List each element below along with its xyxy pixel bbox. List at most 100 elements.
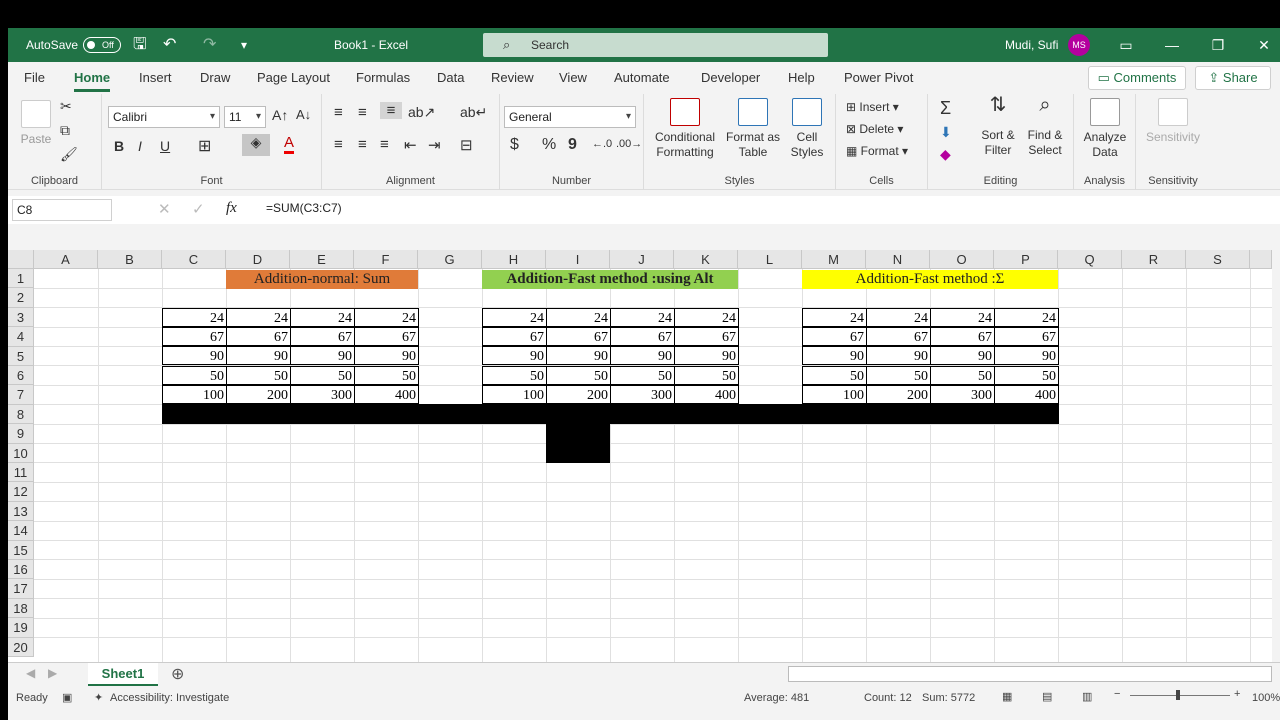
analyze-data-button[interactable]: Analyze Data: [1080, 98, 1130, 160]
save-icon[interactable]: 🖫: [133, 28, 147, 62]
table-cell[interactable]: 50: [866, 366, 931, 385]
table-cell[interactable]: 200: [226, 385, 291, 404]
row-header[interactable]: 6: [8, 366, 34, 386]
decrease-font-icon[interactable]: A↓: [296, 107, 311, 122]
table-cell[interactable]: 300: [930, 385, 995, 404]
cut-icon[interactable]: ✂: [60, 98, 72, 115]
tab-formulas[interactable]: Formulas: [356, 70, 410, 85]
column-header[interactable]: B: [98, 250, 162, 269]
column-header[interactable]: H: [482, 250, 546, 269]
table-cell[interactable]: 24: [482, 308, 547, 327]
enter-icon[interactable]: ✓: [192, 200, 205, 218]
table-cell[interactable]: 300: [290, 385, 355, 404]
header-normal-sum[interactable]: Addition-normal: Sum: [226, 270, 418, 289]
wrap-text-icon[interactable]: ab↵: [460, 104, 487, 121]
column-header[interactable]: N: [866, 250, 930, 269]
column-header[interactable]: J: [610, 250, 674, 269]
row-header[interactable]: 13: [8, 501, 34, 522]
tab-home[interactable]: Home: [74, 70, 111, 92]
avatar[interactable]: MS: [1068, 34, 1090, 56]
sensitivity-button[interactable]: Sensitivity: [1140, 98, 1206, 144]
table-cell[interactable]: 90: [546, 346, 611, 365]
delete-cells-button[interactable]: ⊠ Delete ▾: [846, 122, 903, 136]
column-header[interactable]: R: [1122, 250, 1186, 269]
tab-view[interactable]: View: [559, 70, 587, 85]
table-cell[interactable]: 24: [354, 308, 419, 327]
align-bottom-icon[interactable]: ≡: [380, 102, 402, 119]
sheet-tab[interactable]: Sheet1: [88, 663, 158, 686]
row-header[interactable]: 12: [8, 482, 34, 502]
row-header[interactable]: 7: [8, 385, 34, 405]
page-layout-view-icon[interactable]: ▤: [1042, 690, 1052, 703]
table-cell[interactable]: 400: [354, 385, 419, 404]
align-center-icon[interactable]: ≡: [358, 136, 367, 153]
insert-function-button[interactable]: fx: [226, 200, 237, 217]
table-cell[interactable]: 24: [290, 308, 355, 327]
column-header[interactable]: M: [802, 250, 866, 269]
row-header[interactable]: 1: [8, 269, 34, 289]
customize-qat-icon[interactable]: ▾: [241, 28, 247, 62]
table-cell[interactable]: 90: [162, 346, 227, 365]
comments-button[interactable]: ▭ Comments: [1088, 66, 1186, 90]
status-count[interactable]: Count: 12: [864, 692, 912, 704]
table-cell[interactable]: 67: [930, 327, 995, 346]
table-cell[interactable]: 90: [994, 346, 1059, 365]
zoom-in-icon[interactable]: +: [1234, 688, 1240, 700]
increase-decimal-icon[interactable]: ←.0: [592, 138, 612, 150]
row-header[interactable]: 9: [8, 424, 34, 444]
table-cell[interactable]: 24: [674, 308, 739, 327]
align-top-icon[interactable]: ≡: [334, 104, 343, 121]
table-cell[interactable]: 50: [994, 366, 1059, 385]
row-header[interactable]: 5: [8, 346, 34, 366]
table-cell[interactable]: 90: [930, 346, 995, 365]
tab-power-pivot[interactable]: Power Pivot: [844, 70, 913, 85]
header-fast-alt[interactable]: Addition-Fast method :using Alt: [482, 270, 738, 289]
zoom-level[interactable]: 100%: [1252, 692, 1280, 704]
decrease-indent-icon[interactable]: ⇤: [404, 136, 417, 154]
zoom-slider[interactable]: [1130, 695, 1230, 696]
column-header[interactable]: Q: [1058, 250, 1122, 269]
format-as-table-button[interactable]: Format as Table: [726, 98, 780, 160]
column-header[interactable]: D: [226, 250, 290, 269]
redo-icon[interactable]: ↷: [203, 28, 216, 62]
row-header[interactable]: 4: [8, 327, 34, 347]
format-cells-button[interactable]: ▦ Format ▾: [846, 144, 908, 158]
row-header[interactable]: 2: [8, 288, 34, 308]
tab-developer[interactable]: Developer: [701, 70, 760, 85]
table-cell[interactable]: 50: [674, 366, 739, 385]
table-cell[interactable]: 24: [930, 308, 995, 327]
tab-help[interactable]: Help: [788, 70, 815, 85]
add-sheet-icon[interactable]: ⊕: [171, 664, 184, 684]
bold-button[interactable]: B: [114, 138, 124, 154]
table-cell[interactable]: 67: [674, 327, 739, 346]
table-cell[interactable]: 50: [930, 366, 995, 385]
fill-color-icon[interactable]: ◈: [242, 134, 270, 156]
search-box[interactable]: ⌕ Search: [483, 33, 828, 57]
zoom-slider-thumb[interactable]: [1176, 690, 1180, 700]
table-cell[interactable]: 400: [674, 385, 739, 404]
paste-button[interactable]: Paste: [18, 100, 54, 146]
increase-font-icon[interactable]: A↑: [272, 107, 288, 123]
tab-draw[interactable]: Draw: [200, 70, 230, 85]
table-cell[interactable]: 50: [546, 366, 611, 385]
table-cell[interactable]: 90: [482, 346, 547, 365]
row-header[interactable]: 8: [8, 404, 34, 425]
increase-indent-icon[interactable]: ⇥: [428, 136, 441, 154]
row-header[interactable]: 3: [8, 307, 34, 328]
table-cell[interactable]: 90: [674, 346, 739, 365]
table-cell[interactable]: 50: [226, 366, 291, 385]
row-header[interactable]: 14: [8, 521, 34, 541]
tab-review[interactable]: Review: [491, 70, 534, 85]
align-left-icon[interactable]: ≡: [334, 136, 343, 153]
insert-cells-button[interactable]: ⊞ Insert ▾: [846, 100, 899, 114]
conditional-formatting-button[interactable]: Conditional Formatting: [652, 98, 718, 160]
accessibility-status[interactable]: Accessibility: Investigate: [110, 692, 229, 704]
table-cell[interactable]: 100: [482, 385, 547, 404]
row-header[interactable]: 17: [8, 579, 34, 599]
ribbon-display-icon[interactable]: ▭: [1108, 28, 1144, 62]
row-header[interactable]: 19: [8, 618, 34, 638]
table-cell[interactable]: 200: [546, 385, 611, 404]
column-header[interactable]: G: [418, 250, 482, 269]
select-all-corner[interactable]: [8, 250, 34, 269]
undo-icon[interactable]: ↶: [163, 28, 176, 62]
